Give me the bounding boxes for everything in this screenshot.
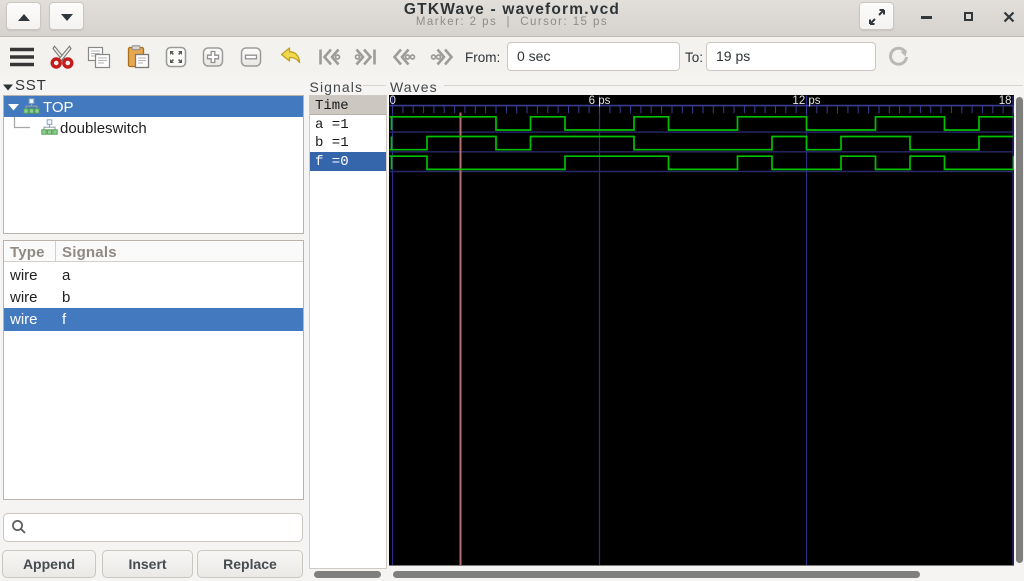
svg-text:6 ps: 6 ps: [589, 95, 611, 107]
svg-text:18: 18: [999, 95, 1012, 107]
svg-text:0: 0: [390, 95, 396, 107]
svg-text:12 ps: 12 ps: [792, 95, 820, 107]
